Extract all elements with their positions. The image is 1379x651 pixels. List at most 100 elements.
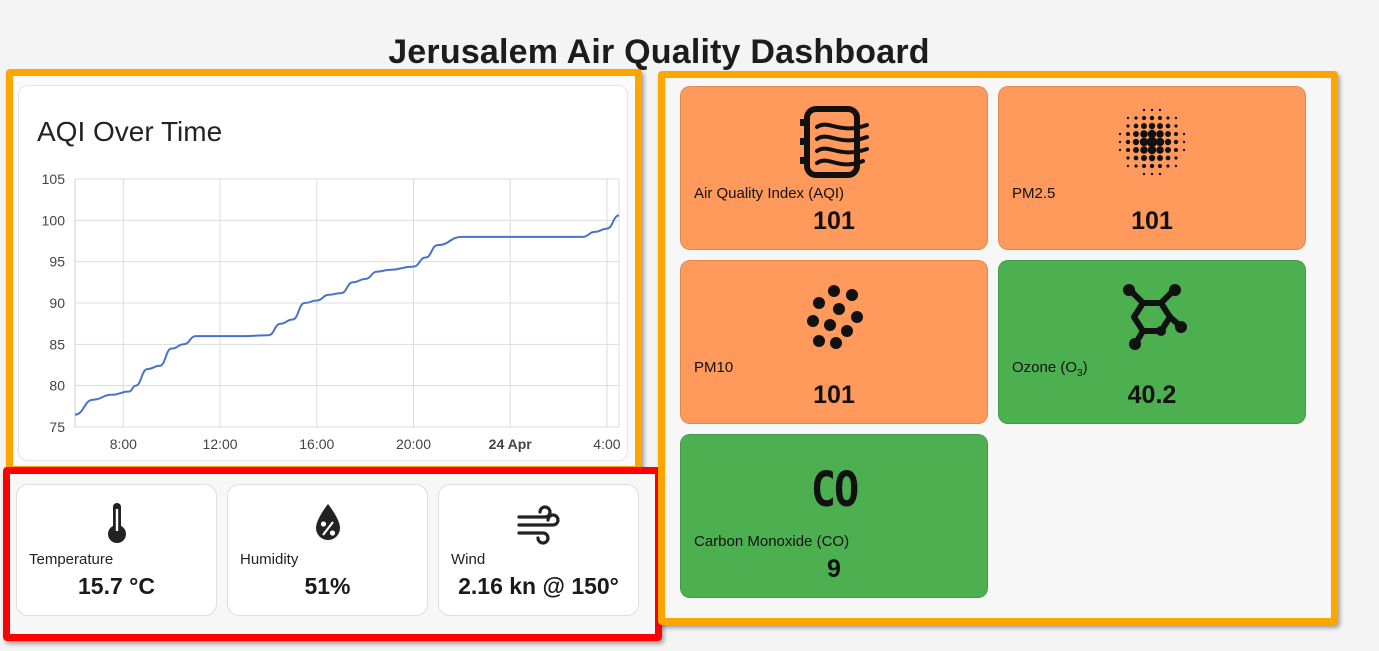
co-tile[interactable]: CO Carbon Monoxide (CO) 9 — [680, 434, 988, 598]
particle-dot — [1150, 172, 1154, 176]
ozone-label: Ozone (O3) — [1012, 359, 1088, 379]
particle-dot — [1166, 116, 1170, 120]
aqi-series-line — [74, 214, 620, 416]
particle-dot — [1182, 140, 1186, 144]
temperature-value: 15.7 °C — [78, 573, 155, 599]
particle-dot — [1133, 147, 1139, 153]
particle-dot — [1142, 108, 1146, 112]
particle-dot — [1141, 123, 1147, 129]
particle-dot — [1133, 155, 1139, 161]
aqi-tile[interactable]: Air Quality Index (AQI) 101 — [680, 86, 988, 250]
aqi-chart-card: AQI Over Time 75 80 85 90 95 100 105 8:00 12:00 1… — [18, 85, 628, 461]
particle-dot — [1150, 108, 1154, 112]
particle-dot — [1157, 155, 1163, 161]
particle-dot — [1148, 154, 1156, 162]
particle-dot — [1147, 145, 1157, 155]
particle-dot — [1132, 138, 1140, 146]
pm25-tile[interactable]: PM2.5 101 — [998, 86, 1306, 250]
temperature-card: Temperature 15.7 °C — [16, 484, 217, 616]
pm10-label: PM10 — [694, 359, 734, 376]
particle-dot — [1126, 124, 1130, 128]
aqi-line-chart: 75 80 85 90 95 100 105 8:00 12:00 16:00 20:00 24 Ap… — [42, 171, 621, 452]
particle-dot — [1165, 123, 1171, 129]
particle-dot — [1165, 147, 1171, 153]
particle-dot — [1125, 139, 1131, 145]
co-icon: CO — [810, 461, 860, 518]
particle-dot — [1158, 108, 1162, 112]
particle-dot — [1157, 123, 1163, 129]
y-tick-label: 90 — [49, 295, 65, 311]
y-tick-label: 105 — [42, 171, 66, 187]
ozone-tile[interactable]: Ozone (O3) 40.2 — [998, 260, 1306, 424]
particle-dot — [1118, 148, 1122, 152]
particle-dot — [1126, 116, 1130, 120]
wind-icon — [439, 501, 638, 550]
y-tick-label: 80 — [49, 378, 65, 394]
particle-dot — [1174, 124, 1178, 128]
molecule-icon — [999, 279, 1305, 358]
particle-dot — [1157, 163, 1163, 169]
particle-dot — [1142, 172, 1146, 176]
particle-dot — [1164, 138, 1172, 146]
particle-dot — [1173, 131, 1179, 137]
particle-dot — [1157, 115, 1163, 121]
pm25-label: PM2.5 — [1012, 185, 1056, 202]
co-value: 9 — [827, 555, 841, 583]
x-tick-label: 12:00 — [203, 436, 238, 452]
particle-dot — [1165, 155, 1171, 161]
particle-dot — [1155, 137, 1165, 147]
thermometer-icon — [17, 501, 216, 550]
particle-dot — [1173, 147, 1179, 153]
particle-dot — [1165, 131, 1171, 137]
particle-dot — [1182, 132, 1186, 136]
environment-panel: Temperature 15.7 °C Humidity 51% Wind 2.… — [3, 467, 662, 641]
temperature-label: Temperature — [29, 551, 114, 568]
particle-dot — [1133, 123, 1139, 129]
particle-dot — [1174, 156, 1178, 160]
particle-dot — [1158, 172, 1162, 176]
particle-dot — [1156, 146, 1164, 154]
particle-dot — [1166, 164, 1170, 168]
pm25-value: 101 — [1131, 207, 1173, 235]
particle-dot — [1125, 131, 1131, 137]
particle-dot — [1174, 116, 1178, 120]
wind-value: 2.16 kn @ 150° — [458, 573, 619, 599]
ozone-value: 40.2 — [1127, 381, 1177, 409]
y-tick-label: 100 — [42, 212, 66, 228]
x-tick-label: 24 Apr — [489, 436, 533, 452]
y-tick-label: 95 — [49, 254, 65, 270]
dots-fine-icon — [999, 105, 1305, 184]
particle-dot — [1140, 130, 1148, 138]
x-tick-label: 8:00 — [110, 436, 137, 452]
particle-dot — [1146, 136, 1158, 148]
wind-label: Wind — [451, 551, 486, 568]
particle-dot — [1125, 147, 1131, 153]
particle-dot — [1118, 132, 1122, 136]
particle-dot — [1156, 130, 1164, 138]
co-label: Carbon Monoxide (CO) — [694, 533, 850, 550]
particle-dot — [1141, 115, 1147, 121]
particle-dot — [1149, 115, 1155, 121]
particle-dot — [1149, 163, 1155, 169]
x-tick-label: 4:00 — [593, 436, 620, 452]
pollutants-panel: Air Quality Index (AQI) 101 PM2.5 101 PM… — [658, 71, 1338, 625]
particle-dot — [1148, 122, 1156, 130]
humidity-card: Humidity 51% — [227, 484, 428, 616]
particle-dot — [1182, 148, 1186, 152]
aqi-label: Air Quality Index (AQI) — [694, 185, 845, 202]
pm10-value: 101 — [813, 381, 855, 409]
particle-dot — [1174, 164, 1178, 168]
particle-dot — [1134, 164, 1138, 168]
x-tick-label: 16:00 — [299, 436, 334, 452]
page-title: Jerusalem Air Quality Dashboard — [388, 33, 930, 71]
pm10-tile[interactable]: PM10 101 — [680, 260, 988, 424]
humidity-label: Humidity — [240, 551, 299, 568]
x-tick-label: 20:00 — [396, 436, 431, 452]
y-tick-label: 85 — [49, 336, 65, 352]
wind-card: Wind 2.16 kn @ 150° — [438, 484, 639, 616]
particle-dot — [1141, 163, 1147, 169]
particle-dot — [1126, 164, 1130, 168]
air-filter-icon — [681, 105, 987, 184]
particle-dot — [1141, 155, 1147, 161]
particle-dot — [1118, 140, 1122, 144]
